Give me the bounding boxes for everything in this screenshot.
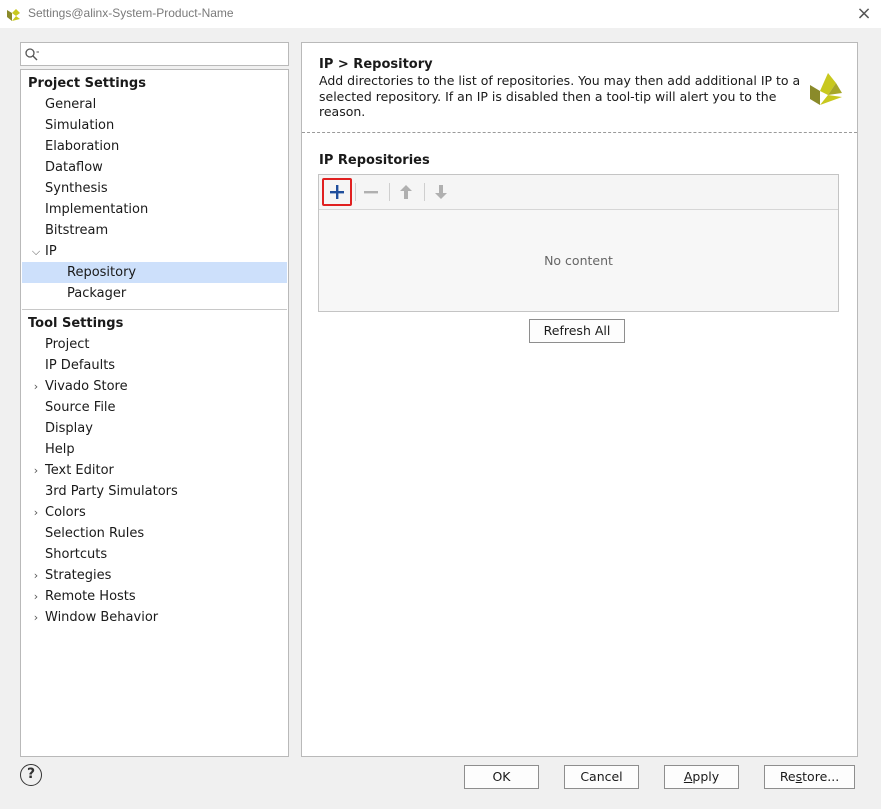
window-title: Settings@alinx-System-Product-Name <box>28 6 234 20</box>
tree-item-window-behavior-label: Window Behavior <box>45 610 159 625</box>
remove-repository-button[interactable] <box>356 178 386 206</box>
vivado-logo-icon <box>7 9 20 21</box>
tree-item-dataflow[interactable]: Dataflow <box>22 157 287 178</box>
arrow-down-icon <box>435 185 447 199</box>
tree-item-elaboration[interactable]: Elaboration <box>22 136 287 157</box>
page-description: Add directories to the list of repositor… <box>319 73 801 119</box>
chevron-right-icon[interactable]: › <box>30 460 42 481</box>
tree-item-ip-defaults[interactable]: IP Defaults <box>22 355 287 376</box>
tree-item-general[interactable]: General <box>22 94 287 115</box>
chevron-right-icon[interactable]: › <box>30 502 42 523</box>
tree-divider <box>22 309 287 310</box>
tree-item-selection-rules[interactable]: Selection Rules <box>22 523 287 544</box>
cancel-button[interactable]: Cancel <box>564 765 639 789</box>
move-down-button[interactable] <box>426 178 456 206</box>
header-divider <box>302 132 857 133</box>
tree-item-text-editor-label: Text Editor <box>45 463 114 478</box>
tree-item-packager[interactable]: Packager <box>22 283 287 304</box>
settings-search[interactable] <box>20 42 289 66</box>
tree-header-tool-settings: Tool Settings <box>28 316 124 331</box>
tree-item-strategies-label: Strategies <box>45 568 112 583</box>
tree-header-project-settings: Project Settings <box>28 76 146 91</box>
restore-label-start: Re <box>779 769 796 784</box>
tree-item-ip[interactable]: ⌵ IP <box>22 241 287 262</box>
tree-item-text-editor[interactable]: › Text Editor <box>22 460 287 481</box>
plus-icon <box>330 185 344 199</box>
tree-item-remote-hosts[interactable]: › Remote Hosts <box>22 586 287 607</box>
add-repository-button[interactable] <box>322 178 352 206</box>
tree-item-colors[interactable]: › Colors <box>22 502 287 523</box>
tree-item-display[interactable]: Display <box>22 418 287 439</box>
tree-item-synthesis[interactable]: Synthesis <box>22 178 287 199</box>
ok-button[interactable]: OK <box>464 765 539 789</box>
settings-tree: Project Settings General Simulation Elab… <box>20 69 289 757</box>
toolbar-separator <box>389 183 390 201</box>
chevron-down-icon[interactable]: ⌵ <box>30 241 42 262</box>
page-title: IP > Repository <box>319 57 433 72</box>
tree-item-simulation[interactable]: Simulation <box>22 115 287 136</box>
tree-item-project[interactable]: Project <box>22 334 287 355</box>
tree-item-shortcuts[interactable]: Shortcuts <box>22 544 287 565</box>
vivado-logo-icon <box>810 73 842 105</box>
minus-icon <box>364 191 378 194</box>
tree-item-3rd-party-simulators[interactable]: 3rd Party Simulators <box>22 481 287 502</box>
apply-label: pply <box>692 769 720 784</box>
toolbar-separator <box>424 183 425 201</box>
repo-toolbar <box>319 175 838 210</box>
search-icon <box>25 48 39 61</box>
chevron-right-icon[interactable]: › <box>30 607 42 628</box>
tree-item-ip-label: IP <box>45 244 57 259</box>
ip-repositories-panel: No content <box>318 174 839 312</box>
repository-list[interactable]: No content <box>320 211 837 310</box>
title-bar: Settings@alinx-System-Product-Name × <box>0 0 881 28</box>
chevron-right-icon[interactable]: › <box>30 586 42 607</box>
apply-button[interactable]: Apply <box>664 765 739 789</box>
move-up-button[interactable] <box>391 178 421 206</box>
settings-content: IP > Repository Add directories to the l… <box>301 42 858 757</box>
empty-state-text: No content <box>544 253 613 268</box>
close-icon[interactable]: × <box>854 4 874 24</box>
tree-item-window-behavior[interactable]: › Window Behavior <box>22 607 287 628</box>
tree-item-vivado-store[interactable]: › Vivado Store <box>22 376 287 397</box>
arrow-up-icon <box>400 185 412 199</box>
tree-item-source-file[interactable]: Source File <box>22 397 287 418</box>
restore-label-end: tore... <box>802 769 840 784</box>
refresh-all-button[interactable]: Refresh All <box>529 319 625 343</box>
section-title: IP Repositories <box>319 153 430 168</box>
tree-item-remote-hosts-label: Remote Hosts <box>45 589 136 604</box>
tree-item-strategies[interactable]: › Strategies <box>22 565 287 586</box>
tree-item-colors-label: Colors <box>45 505 86 520</box>
search-input[interactable] <box>41 45 285 63</box>
tree-item-help[interactable]: Help <box>22 439 287 460</box>
tree-item-implementation[interactable]: Implementation <box>22 199 287 220</box>
restore-button[interactable]: Restore... <box>764 765 855 789</box>
tree-item-bitstream[interactable]: Bitstream <box>22 220 287 241</box>
help-icon[interactable]: ? <box>20 764 42 786</box>
chevron-right-icon[interactable]: › <box>30 565 42 586</box>
tree-item-vivado-store-label: Vivado Store <box>45 379 128 394</box>
tree-item-repository[interactable]: Repository <box>22 262 287 283</box>
chevron-right-icon[interactable]: › <box>30 376 42 397</box>
